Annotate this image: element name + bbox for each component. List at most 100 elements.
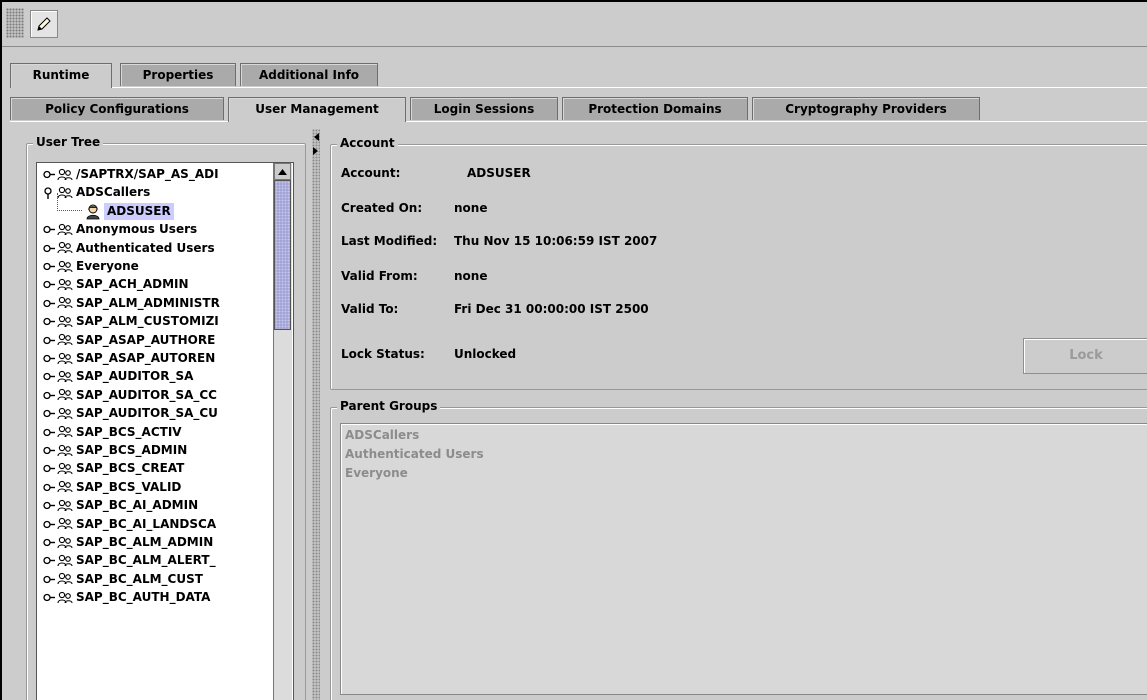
parent-group-item[interactable]: Everyone xyxy=(345,465,408,482)
tree-collapsed-handle-icon[interactable] xyxy=(43,592,55,604)
user-group-icon xyxy=(57,333,73,347)
tree-collapsed-handle-icon[interactable] xyxy=(43,445,55,457)
parent-group-item[interactable]: Authenticated Users xyxy=(345,446,484,463)
user-group-icon xyxy=(57,278,73,292)
tree-collapsed-handle-icon[interactable] xyxy=(43,371,55,383)
tree-item[interactable]: SAP_ASAP_AUTHORE xyxy=(43,332,215,349)
tab-protection-domains[interactable]: Protection Domains xyxy=(562,97,748,120)
tree-item[interactable]: SAP_BCS_CREAT xyxy=(43,460,184,477)
tree-collapsed-handle-icon[interactable] xyxy=(43,242,55,254)
last-modified-label: Last Modified: xyxy=(341,234,438,248)
tree-collapsed-handle-icon[interactable] xyxy=(43,389,55,401)
tab-cryptography-providers[interactable]: Cryptography Providers xyxy=(752,97,980,120)
tree-scrollbar[interactable] xyxy=(273,163,292,700)
tree-item-label: SAP_ALM_CUSTOMIZI xyxy=(76,314,219,329)
tree-item[interactable]: SAP_AUDITOR_SA xyxy=(43,368,193,385)
tree-collapsed-handle-icon[interactable] xyxy=(43,463,55,475)
tree-item[interactable]: SAP_ACH_ADMIN xyxy=(43,276,189,293)
tab-additional-info[interactable]: Additional Info xyxy=(240,63,378,86)
tab-user-management[interactable]: User Management xyxy=(228,97,406,122)
tree-item-label: Everyone xyxy=(76,259,139,273)
tree-item-label: SAP_BCS_ADMIN xyxy=(76,443,188,457)
tree-expanded-handle-icon[interactable] xyxy=(43,187,55,199)
tree-item[interactable]: SAP_AUDITOR_SA_CC xyxy=(43,387,217,404)
tree-item-label: SAP_BC_AI_LANDSCA xyxy=(76,516,217,531)
tree-item[interactable]: SAP_ALM_ADMINISTR xyxy=(43,295,220,312)
user-tree[interactable]: /SAPTRX/SAP_AS_ADI ADSCallers ADSUSER Anony… xyxy=(36,162,294,700)
parent-group-item[interactable]: ADSCallers xyxy=(345,427,419,444)
tree-item-label: ADSCallers xyxy=(76,185,151,200)
valid-to-label: Valid To: xyxy=(341,302,399,316)
tree-item[interactable]: SAP_BCS_ADMIN xyxy=(43,442,187,459)
tree-item[interactable]: SAP_BC_ALM_CUST xyxy=(43,571,203,588)
tree-collapsed-handle-icon[interactable] xyxy=(43,224,55,236)
sub-tab-divider xyxy=(10,121,1147,122)
tree-item-label: SAP_ALM_ADMINISTR xyxy=(76,295,220,310)
user-group-icon xyxy=(57,517,73,531)
panel-splitter[interactable] xyxy=(312,129,320,700)
tree-item-label: SAP_BCS_ACTIV xyxy=(76,424,182,439)
tree-collapsed-handle-icon[interactable] xyxy=(43,481,55,493)
user-group-icon xyxy=(57,407,73,421)
edit-button[interactable] xyxy=(30,10,58,38)
tab-divider xyxy=(10,87,1147,88)
last-modified-value: Thu Nov 15 10:06:59 IST 2007 xyxy=(454,234,658,248)
scroll-up-button[interactable] xyxy=(274,163,291,180)
tree-item[interactable]: SAP_BCS_ACTIV xyxy=(43,424,182,441)
user-group-icon xyxy=(57,499,73,513)
tree-item-label: SAP_AUDITOR_SA_CC xyxy=(76,387,217,402)
lock-button[interactable]: Lock xyxy=(1023,338,1147,374)
tree-collapsed-handle-icon[interactable] xyxy=(43,426,55,438)
tree-collapsed-handle-icon[interactable] xyxy=(43,408,55,420)
tree-collapsed-handle-icon[interactable] xyxy=(43,169,55,181)
window: Runtime Properties Additional Info Polic… xyxy=(2,2,1147,700)
user-group-icon xyxy=(57,572,73,586)
user-group-icon xyxy=(57,315,73,329)
tree-collapsed-handle-icon[interactable] xyxy=(43,555,55,567)
tree-item[interactable]: ADSUSER xyxy=(57,193,174,220)
tree-item[interactable]: SAP_BC_ALM_ADMIN xyxy=(43,534,213,551)
user-group-icon xyxy=(57,462,73,476)
tree-item[interactable]: SAP_BCS_VALID xyxy=(43,479,181,496)
tree-item-label: SAP_AUDITOR_SA xyxy=(76,369,194,384)
tree-collapsed-handle-icon[interactable] xyxy=(43,573,55,585)
tree-item-label: SAP_ACH_ADMIN xyxy=(76,277,189,292)
tree-collapsed-handle-icon[interactable] xyxy=(43,537,55,549)
tree-item[interactable]: Anonymous Users xyxy=(43,221,197,238)
tree-item[interactable]: SAP_BC_AUTH_DATA xyxy=(43,589,210,606)
tree-item[interactable]: SAP_BC_AI_ADMIN xyxy=(43,497,198,514)
scroll-thumb[interactable] xyxy=(274,180,291,330)
tree-item[interactable]: Authenticated Users xyxy=(43,240,215,257)
tree-collapsed-handle-icon[interactable] xyxy=(43,500,55,512)
tab-policy-configurations[interactable]: Policy Configurations xyxy=(10,97,224,120)
tree-collapsed-handle-icon[interactable] xyxy=(43,279,55,291)
tab-properties[interactable]: Properties xyxy=(120,63,236,86)
tree-collapsed-handle-icon[interactable] xyxy=(43,261,55,273)
tab-login-sessions[interactable]: Login Sessions xyxy=(410,97,558,120)
tree-item[interactable]: SAP_ALM_CUSTOMIZI xyxy=(43,313,219,330)
tree-item[interactable]: SAP_AUDITOR_SA_CU xyxy=(43,405,218,422)
tree-collapsed-handle-icon[interactable] xyxy=(43,334,55,346)
tab-runtime[interactable]: Runtime xyxy=(10,63,112,88)
user-group-icon xyxy=(57,425,73,439)
tree-item[interactable]: /SAPTRX/SAP_AS_ADI xyxy=(43,166,219,183)
tree-item-label: Authenticated Users xyxy=(76,240,215,255)
user-group-icon xyxy=(57,480,73,494)
user-group-icon xyxy=(57,536,73,550)
tree-collapsed-handle-icon[interactable] xyxy=(43,316,55,328)
toolbar-grip[interactable] xyxy=(6,8,24,38)
splitter-arrows-icon[interactable] xyxy=(313,133,319,157)
user-group-icon xyxy=(57,260,73,274)
tree-collapsed-handle-icon[interactable] xyxy=(43,353,55,365)
tree-item[interactable]: SAP_BC_AI_LANDSCA xyxy=(43,516,216,533)
tree-item-label: SAP_BCS_VALID xyxy=(76,479,182,494)
valid-to-value: Fri Dec 31 00:00:00 IST 2500 xyxy=(454,302,649,316)
tree-item[interactable]: Everyone xyxy=(43,258,139,275)
tree-collapsed-handle-icon[interactable] xyxy=(43,297,55,309)
tree-item[interactable]: SAP_BC_ALM_ALERT_ xyxy=(43,552,216,569)
tree-collapsed-handle-icon[interactable] xyxy=(43,518,55,530)
toolbar xyxy=(2,2,1147,47)
tree-item[interactable]: SAP_ASAP_AUTOREN xyxy=(43,350,215,367)
parent-groups-list[interactable]: ADSCallers Authenticated Users Everyone xyxy=(340,423,1147,695)
user-group-icon xyxy=(57,241,73,255)
